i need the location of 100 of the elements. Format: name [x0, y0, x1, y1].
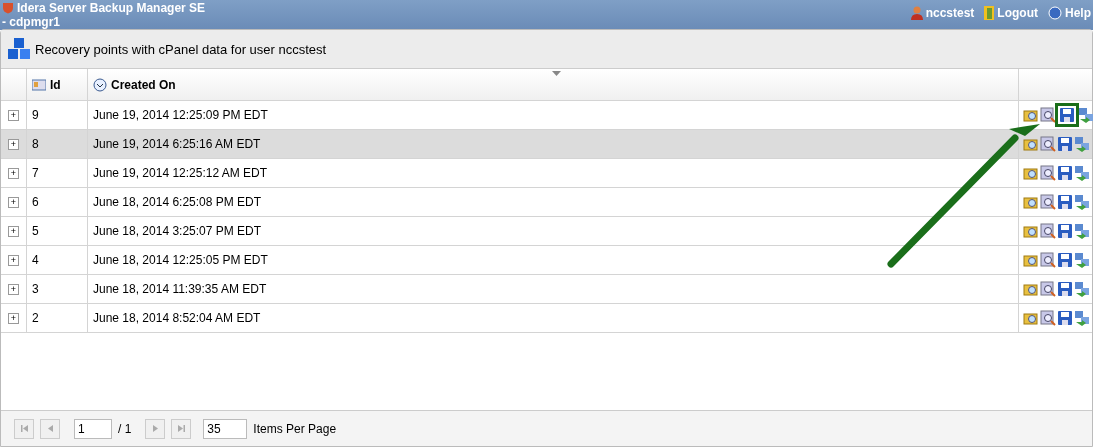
expand-button[interactable]: +	[8, 167, 19, 179]
view-button[interactable]	[1040, 252, 1056, 268]
first-icon	[20, 425, 28, 432]
table-cell: 6	[27, 188, 88, 216]
table-row[interactable]: + 6 June 18, 2014 6:25:08 PM EDT	[1, 188, 1092, 217]
table-cell: June 18, 2014 11:39:35 AM EDT	[88, 275, 1019, 303]
magnifier-icon	[1040, 107, 1056, 123]
browse-button[interactable]	[1023, 281, 1039, 297]
browse-button[interactable]	[1023, 310, 1039, 326]
save-button[interactable]	[1057, 165, 1073, 181]
save-button[interactable]	[1057, 223, 1073, 239]
folder-search-icon	[1023, 223, 1039, 239]
computers-icon	[1074, 281, 1090, 297]
shield-icon	[2, 2, 14, 14]
expand-button[interactable]: +	[8, 225, 19, 237]
table-row[interactable]: + 5 June 18, 2014 3:25:07 PM EDT	[1, 217, 1092, 246]
restore-button[interactable]	[1078, 107, 1093, 123]
sort-icon	[552, 71, 561, 76]
computers-icon	[1074, 165, 1090, 181]
per-page-field[interactable]: 35	[203, 418, 248, 439]
prev-icon	[47, 425, 53, 432]
table-cell: June 18, 2014 12:25:05 PM EDT	[88, 246, 1019, 274]
magnifier-icon	[1040, 223, 1056, 239]
table-cell: June 18, 2014 3:25:07 PM EDT	[88, 217, 1019, 245]
table-cell: 8	[27, 130, 88, 158]
magnifier-icon	[1040, 194, 1056, 210]
expand-button[interactable]: +	[8, 254, 19, 266]
table-cell: 7	[27, 159, 88, 187]
expand-button[interactable]: +	[8, 196, 19, 208]
browse-button[interactable]	[1023, 107, 1039, 123]
save-button[interactable]	[1057, 194, 1073, 210]
view-button[interactable]	[1040, 281, 1056, 297]
expand-button[interactable]: +	[8, 283, 19, 295]
server-name: - cdpmgr1	[2, 15, 61, 29]
restore-button[interactable]	[1074, 223, 1090, 239]
per-page-label: Items Per Page	[253, 421, 337, 436]
table-row[interactable]: + 8 June 19, 2014 6:25:16 AM EDT	[1, 130, 1092, 159]
expand-button[interactable]: +	[8, 312, 19, 324]
magnifier-icon	[1040, 136, 1056, 152]
next-icon	[152, 425, 158, 432]
id-card-icon	[32, 78, 46, 91]
computers-icon	[1074, 310, 1090, 326]
page-field[interactable]: 1	[74, 418, 112, 439]
view-button[interactable]	[1040, 310, 1056, 326]
computers-icon	[1078, 107, 1093, 123]
view-button[interactable]	[1040, 107, 1056, 123]
computers-icon	[1074, 223, 1090, 239]
computers-icon	[1074, 252, 1090, 268]
save-button[interactable]	[1057, 281, 1073, 297]
restore-button[interactable]	[1074, 281, 1090, 297]
magnifier-icon	[1040, 281, 1056, 297]
view-button[interactable]	[1040, 165, 1056, 181]
door-icon	[984, 6, 995, 20]
browse-button[interactable]	[1023, 194, 1039, 210]
folder-search-icon	[1023, 281, 1039, 297]
save-button[interactable]	[1057, 310, 1073, 326]
table-cell: 3	[27, 275, 88, 303]
folder-search-icon	[1023, 136, 1039, 152]
folder-search-icon	[1023, 310, 1039, 326]
expand-button[interactable]: +	[8, 109, 19, 121]
panel-title: Recovery points with cPanel data for user nccstest	[35, 41, 327, 57]
table-row[interactable]: + 2 June 18, 2014 8:52:04 AM EDT	[1, 304, 1092, 333]
restore-button[interactable]	[1074, 252, 1090, 268]
table-row[interactable]: + 7 June 19, 2014 12:25:12 AM EDT	[1, 159, 1092, 188]
view-button[interactable]	[1040, 136, 1056, 152]
restore-button[interactable]	[1074, 310, 1090, 326]
table-cell: 2	[27, 304, 88, 332]
table-cell: 5	[27, 217, 88, 245]
browse-button[interactable]	[1023, 223, 1039, 239]
view-button[interactable]	[1040, 223, 1056, 239]
table-cell: June 18, 2014 8:52:04 AM EDT	[88, 304, 1019, 332]
expand-button[interactable]: +	[8, 138, 19, 150]
table-cell: 4	[27, 246, 88, 274]
computers-icon	[1074, 194, 1090, 210]
magnifier-icon	[1040, 310, 1056, 326]
view-button[interactable]	[1040, 194, 1056, 210]
table-row[interactable]: + 3 June 18, 2014 11:39:35 AM EDT	[1, 275, 1092, 304]
browse-button[interactable]	[1023, 165, 1039, 181]
folder-search-icon	[1023, 165, 1039, 181]
table-row[interactable]: + 9 June 19, 2014 12:25:09 PM EDT	[1, 101, 1092, 130]
column-header[interactable]: Id	[27, 69, 88, 100]
folder-search-icon	[1023, 194, 1039, 210]
browse-button[interactable]	[1023, 252, 1039, 268]
save-button[interactable]	[1057, 136, 1073, 152]
table-cell: 9	[27, 101, 88, 129]
column-header[interactable]: Created On	[88, 69, 1019, 100]
magnifier-icon	[1040, 252, 1056, 268]
help-icon	[1048, 6, 1062, 20]
browse-button[interactable]	[1023, 136, 1039, 152]
folder-search-icon	[1023, 107, 1039, 123]
restore-button[interactable]	[1074, 165, 1090, 181]
save-button[interactable]	[1057, 252, 1073, 268]
last-icon	[177, 425, 185, 432]
clock-icon	[93, 77, 107, 92]
magnifier-icon	[1040, 165, 1056, 181]
restore-button[interactable]	[1074, 194, 1090, 210]
cubes-icon	[7, 37, 31, 61]
page-count: / 1	[118, 421, 132, 436]
table-row[interactable]: + 4 June 18, 2014 12:25:05 PM EDT	[1, 246, 1092, 275]
table-cell: June 19, 2014 12:25:12 AM EDT	[88, 159, 1019, 187]
